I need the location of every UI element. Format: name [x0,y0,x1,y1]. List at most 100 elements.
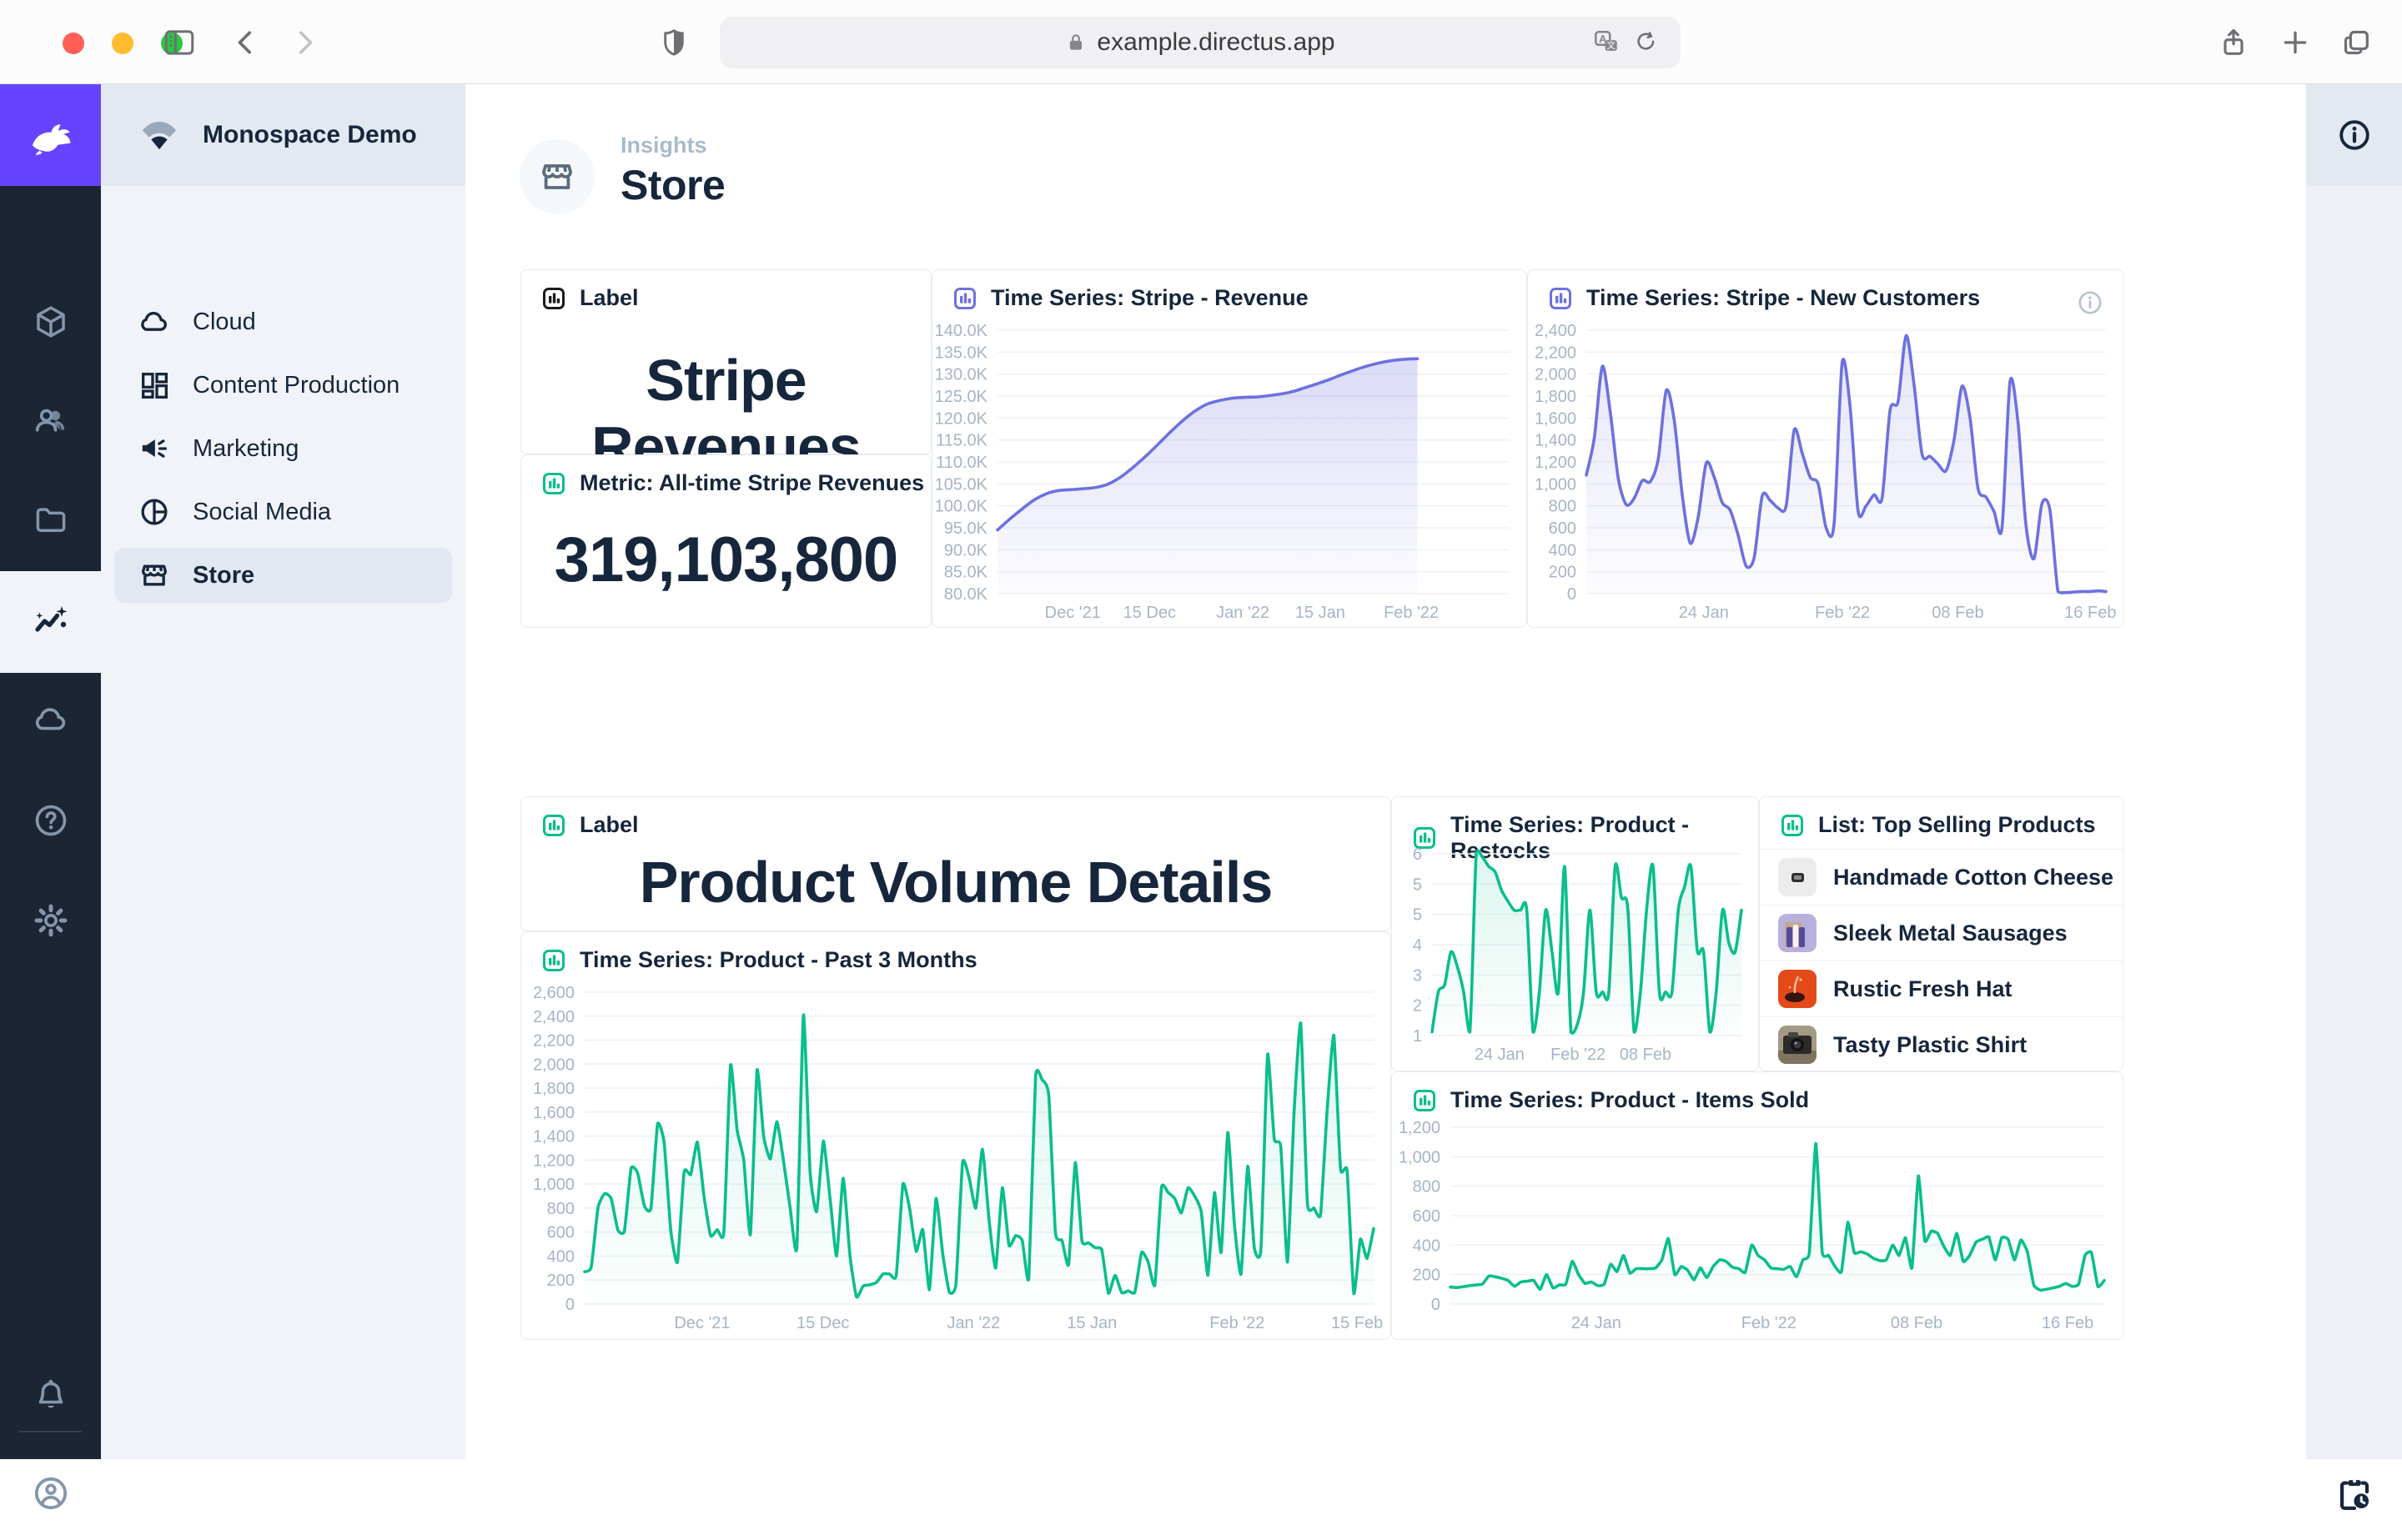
sidebar-item-social-media[interactable]: Social Media [114,484,452,539]
svg-text:100.0K: 100.0K [936,498,988,516]
sidebar-item-store[interactable]: Store [114,548,452,603]
svg-text:Feb '22: Feb '22 [1209,1314,1264,1332]
svg-text:24 Jan: 24 Jan [1571,1314,1621,1332]
sidebar-item-label: Social Media [193,499,331,526]
project-header[interactable]: Monospace Demo [101,84,465,186]
svg-text:24 Jan: 24 Jan [1475,1046,1525,1064]
svg-text:1,000: 1,000 [533,1176,575,1194]
sidebar-toggle-icon[interactable] [159,23,199,63]
svg-text:110.0K: 110.0K [936,454,988,472]
panel-info-icon[interactable] [2076,288,2104,317]
megaphone-icon [138,432,171,465]
privacy-shield-icon[interactable] [654,23,694,63]
panel-chart-restocks: Time Series: Product - Restocks 65543212… [1391,796,1759,1071]
svg-text:15 Jan: 15 Jan [1067,1314,1117,1332]
svg-text:16 Feb: 16 Feb [2042,1314,2093,1332]
forward-icon[interactable] [284,23,324,63]
svg-text:600: 600 [1413,1207,1440,1226]
share-icon[interactable] [2214,23,2254,63]
svg-text:1,200: 1,200 [533,1151,575,1170]
svg-text:85.0K: 85.0K [944,564,988,582]
svg-text:125.0K: 125.0K [936,388,988,406]
list-item[interactable]: Sleek Metal Sausages [1760,905,2123,961]
notifications-bell-icon[interactable] [0,1348,101,1440]
nav-sidebar: Monospace Demo Cloud Content Production … [101,84,465,1459]
directus-logo[interactable] [0,84,101,186]
svg-text:Feb '22: Feb '22 [1815,604,1870,622]
sidebar-divider [18,1431,83,1432]
module-content-icon[interactable] [0,276,101,368]
svg-text:1,600: 1,600 [1535,409,1576,428]
panel-chart-items-sold: Time Series: Product - Items Sold 1,2001… [1391,1071,2123,1340]
panel-label-product: Label Product Volume Details [520,796,1391,931]
module-bar [0,84,101,1459]
svg-text:0: 0 [1567,585,1576,604]
minimize-window-button[interactable] [112,33,133,54]
dashboard-grid-icon [138,369,171,402]
info-sidebar-button[interactable] [2306,84,2402,186]
restocks-chart[interactable]: 655432124 JanFeb '2208 Feb [1399,845,1753,1066]
svg-text:800: 800 [1549,498,1576,516]
module-cloud-icon[interactable] [0,674,101,765]
back-icon[interactable] [226,23,266,63]
svg-text:1,800: 1,800 [533,1080,575,1098]
svg-text:5: 5 [1413,875,1422,894]
svg-text:2,600: 2,600 [533,984,575,1002]
panel-header-label: Label [580,285,639,311]
module-users-icon[interactable] [0,375,101,467]
svg-text:Feb '22: Feb '22 [1550,1046,1606,1064]
list-item[interactable]: Tasty Plastic Shirt [1760,1016,2123,1072]
page-header: Insights Store [465,84,2306,269]
list-item[interactable]: Handmade Cotton Cheese [1760,849,2123,905]
svg-text:1: 1 [1413,1027,1422,1046]
svg-text:文: 文 [1606,40,1616,51]
panel-list-top-products: List: Top Selling Products Handmade Cott… [1759,796,2123,1071]
sidebar-item-marketing[interactable]: Marketing [114,421,452,476]
list-item[interactable]: Rustic Fresh Hat [1760,961,2123,1016]
sidebar-item-label: Marketing [193,435,299,463]
close-window-button[interactable] [63,33,84,54]
items-sold-chart[interactable]: 1,2001,000800600400200024 JanFeb '2208 F… [1399,1119,2116,1334]
browser-toolbar: example.directus.app A文 [0,0,2402,84]
module-help-icon[interactable] [0,775,101,866]
panel-header-label: Time Series: Product - Past 3 Months [580,947,977,973]
panel-type-icon [541,813,566,838]
product-thumbnail [1778,858,1817,896]
sidebar-item-cloud[interactable]: Cloud [114,294,452,349]
svg-text:24 Jan: 24 Jan [1679,604,1729,622]
svg-text:6: 6 [1413,845,1422,864]
tab-overview-icon[interactable] [2336,23,2376,63]
past-3-months-chart[interactable]: 2,6002,4002,2002,0001,8001,6001,4001,200… [526,984,1385,1334]
pie-circle-icon [138,495,171,529]
module-settings-icon[interactable] [0,875,101,966]
svg-text:120.0K: 120.0K [936,409,988,428]
new-customers-chart[interactable]: 2,4002,2002,0001,8001,6001,4001,2001,000… [1531,322,2118,624]
reload-icon[interactable] [1634,30,1659,55]
panel-header-label: Time Series: Product - Items Sold [1450,1087,1809,1113]
url-text: example.directus.app [1097,28,1334,57]
svg-text:5: 5 [1413,906,1422,925]
project-logo-icon [138,113,181,157]
translate-icon[interactable]: A文 [1592,28,1621,57]
user-avatar-icon[interactable] [0,1447,101,1539]
svg-text:Feb '22: Feb '22 [1741,1314,1796,1332]
svg-text:1,800: 1,800 [1535,388,1576,406]
activity-clipboard-icon[interactable] [2306,1448,2402,1540]
panel-chart-stripe-revenue: Time Series: Stripe - Revenue 140.0K135.… [932,269,1527,628]
svg-text:800: 800 [1413,1178,1440,1196]
svg-text:Dec '21: Dec '21 [1045,604,1101,622]
panel-header-label: Label [580,812,639,838]
storefront-icon [138,559,171,592]
svg-text:2,200: 2,200 [1535,344,1576,362]
breadcrumb[interactable]: Insights [621,133,707,158]
new-tab-icon[interactable] [2275,23,2315,63]
svg-text:115.0K: 115.0K [936,432,988,450]
stripe-revenue-chart[interactable]: 140.0K135.0K130.0K125.0K120.0K115.0K110.… [936,322,1521,624]
sidebar-item-content-production[interactable]: Content Production [114,358,452,413]
panel-type-icon [952,286,977,311]
svg-text:2: 2 [1413,997,1422,1016]
module-files-icon[interactable] [0,474,101,566]
address-bar[interactable]: example.directus.app A文 [720,17,1681,68]
module-insights-icon[interactable] [0,571,101,673]
svg-text:600: 600 [1549,519,1576,538]
